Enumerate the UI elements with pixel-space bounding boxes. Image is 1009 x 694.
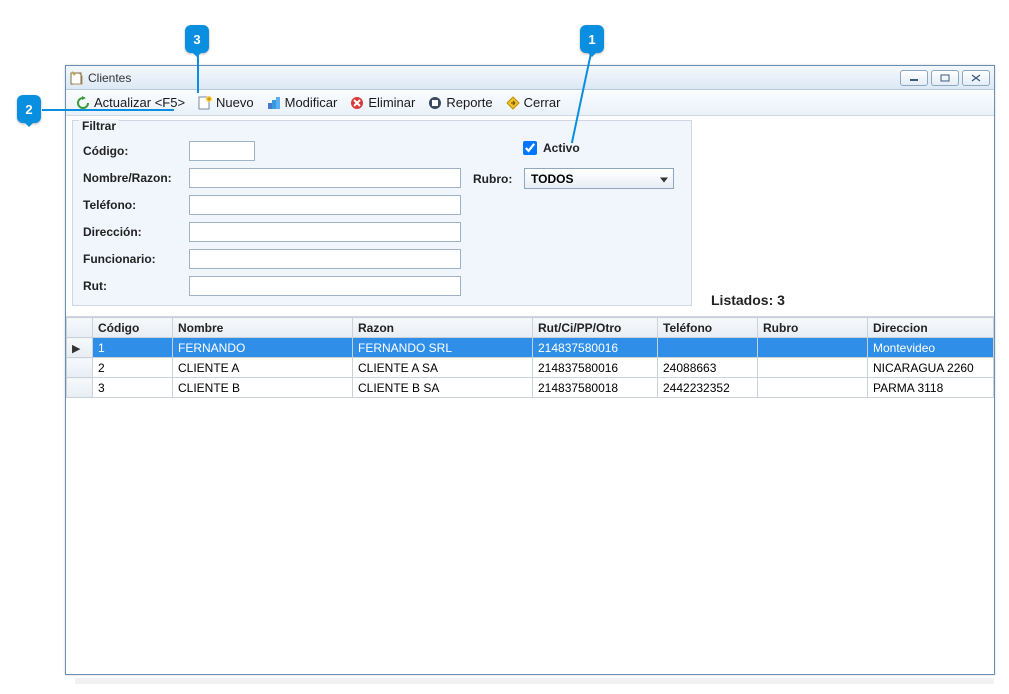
cell-nombre[interactable]: CLIENTE B <box>173 378 353 398</box>
refresh-label: Actualizar <F5> <box>94 95 185 110</box>
callout-3-line <box>197 53 199 93</box>
table-row[interactable]: ▶ 1FERNANDOFERNANDO SRL214837580016 Montev… <box>67 338 994 358</box>
row-header[interactable] <box>67 358 93 378</box>
telefono-label: Teléfono: <box>83 198 183 212</box>
listados-label: Listados: 3 <box>711 292 785 308</box>
cell-rut[interactable]: 214837580016 <box>533 358 658 378</box>
col-rubro[interactable]: Rubro <box>758 318 868 338</box>
col-nombre[interactable]: Nombre <box>173 318 353 338</box>
titlebar: Clientes <box>66 66 994 90</box>
cell-codigo[interactable]: 2 <box>93 358 173 378</box>
app-icon <box>70 71 84 85</box>
cell-rut[interactable]: 214837580018 <box>533 378 658 398</box>
toolbar: Actualizar <F5> Nuevo Modificar Eliminar… <box>66 90 994 116</box>
activo-checkbox[interactable] <box>523 141 537 155</box>
data-grid[interactable]: Código Nombre Razon Rut/Ci/PP/Otro Teléf… <box>66 316 994 674</box>
window-title: Clientes <box>88 71 131 85</box>
delete-label: Eliminar <box>368 95 415 110</box>
report-icon <box>427 95 443 111</box>
close-icon <box>505 95 521 111</box>
funcionario-input[interactable] <box>189 249 461 269</box>
cell-telefono[interactable] <box>658 338 758 358</box>
report-label: Reporte <box>446 95 492 110</box>
rut-input[interactable] <box>189 276 461 296</box>
col-rut[interactable]: Rut/Ci/PP/Otro <box>533 318 658 338</box>
filter-panel: Filtrar Código: Nombre/Razon: Teléfono: … <box>72 120 692 306</box>
delete-icon <box>349 95 365 111</box>
rubro-value: TODOS <box>531 172 573 186</box>
cell-rut[interactable]: 214837580016 <box>533 338 658 358</box>
callout-2-line <box>42 109 174 111</box>
direccion-label: Dirección: <box>83 225 183 239</box>
col-direccion[interactable]: Direccion <box>868 318 994 338</box>
minimize-button[interactable] <box>900 70 928 86</box>
delete-button[interactable]: Eliminar <box>344 93 420 113</box>
window-controls <box>900 70 990 86</box>
cell-razon[interactable]: CLIENTE B SA <box>353 378 533 398</box>
cell-nombre[interactable]: CLIENTE A <box>173 358 353 378</box>
cell-telefono[interactable]: 2442232352 <box>658 378 758 398</box>
cell-rubro[interactable] <box>758 358 868 378</box>
col-codigo[interactable]: Código <box>93 318 173 338</box>
cell-nombre[interactable]: FERNANDO <box>173 338 353 358</box>
clientes-window: Clientes Actualizar <F5> Nuevo Modificar… <box>65 65 995 675</box>
edit-button[interactable]: Modificar <box>261 93 343 113</box>
new-button[interactable]: Nuevo <box>192 93 259 113</box>
telefono-input[interactable] <box>189 195 461 215</box>
grid-header-row: Código Nombre Razon Rut/Ci/PP/Otro Teléf… <box>67 318 994 338</box>
decorative-bottom-bar <box>75 678 994 684</box>
cell-codigo[interactable]: 3 <box>93 378 173 398</box>
new-label: Nuevo <box>216 95 254 110</box>
cell-direccion[interactable]: PARMA 3118 <box>868 378 994 398</box>
col-razon[interactable]: Razon <box>353 318 533 338</box>
codigo-label: Código: <box>83 144 183 158</box>
close-tool-label: Cerrar <box>524 95 561 110</box>
table-row[interactable]: 3CLIENTE BCLIENTE B SA214837580018244223… <box>67 378 994 398</box>
content-area: Filtrar Código: Nombre/Razon: Teléfono: … <box>66 116 994 674</box>
direccion-input[interactable] <box>189 222 461 242</box>
close-button[interactable] <box>962 70 990 86</box>
activo-label: Activo <box>543 141 580 155</box>
codigo-input[interactable] <box>189 141 255 161</box>
maximize-button[interactable] <box>931 70 959 86</box>
col-telefono[interactable]: Teléfono <box>658 318 758 338</box>
cell-direccion[interactable]: NICARAGUA 2260 <box>868 358 994 378</box>
table-row[interactable]: 2CLIENTE ACLIENTE A SA214837580016240886… <box>67 358 994 378</box>
report-button[interactable]: Reporte <box>422 93 497 113</box>
edit-icon <box>266 95 282 111</box>
row-header[interactable] <box>67 378 93 398</box>
new-icon <box>197 95 213 111</box>
cell-razon[interactable]: CLIENTE A SA <box>353 358 533 378</box>
cell-rubro[interactable] <box>758 378 868 398</box>
callout-2: 2 <box>17 95 41 123</box>
close-tool-button[interactable]: Cerrar <box>500 93 566 113</box>
filter-legend: Filtrar <box>79 119 119 133</box>
cell-rubro[interactable] <box>758 338 868 358</box>
cell-codigo[interactable]: 1 <box>93 338 173 358</box>
cell-direccion[interactable]: Montevideo <box>868 338 994 358</box>
row-marker-icon: ▶ <box>72 343 80 355</box>
edit-label: Modificar <box>285 95 338 110</box>
nombre-input[interactable] <box>189 168 461 188</box>
rubro-combo[interactable]: TODOS <box>524 168 674 189</box>
callout-3: 3 <box>185 25 209 53</box>
row-header[interactable]: ▶ <box>67 338 93 358</box>
rubro-label: Rubro: <box>473 172 518 186</box>
grid-corner <box>67 318 93 338</box>
cell-telefono[interactable]: 24088663 <box>658 358 758 378</box>
rut-label: Rut: <box>83 279 183 293</box>
cell-razon[interactable]: FERNANDO SRL <box>353 338 533 358</box>
funcionario-label: Funcionario: <box>83 252 183 266</box>
callout-1: 1 <box>580 25 604 53</box>
nombre-label: Nombre/Razon: <box>83 171 183 185</box>
